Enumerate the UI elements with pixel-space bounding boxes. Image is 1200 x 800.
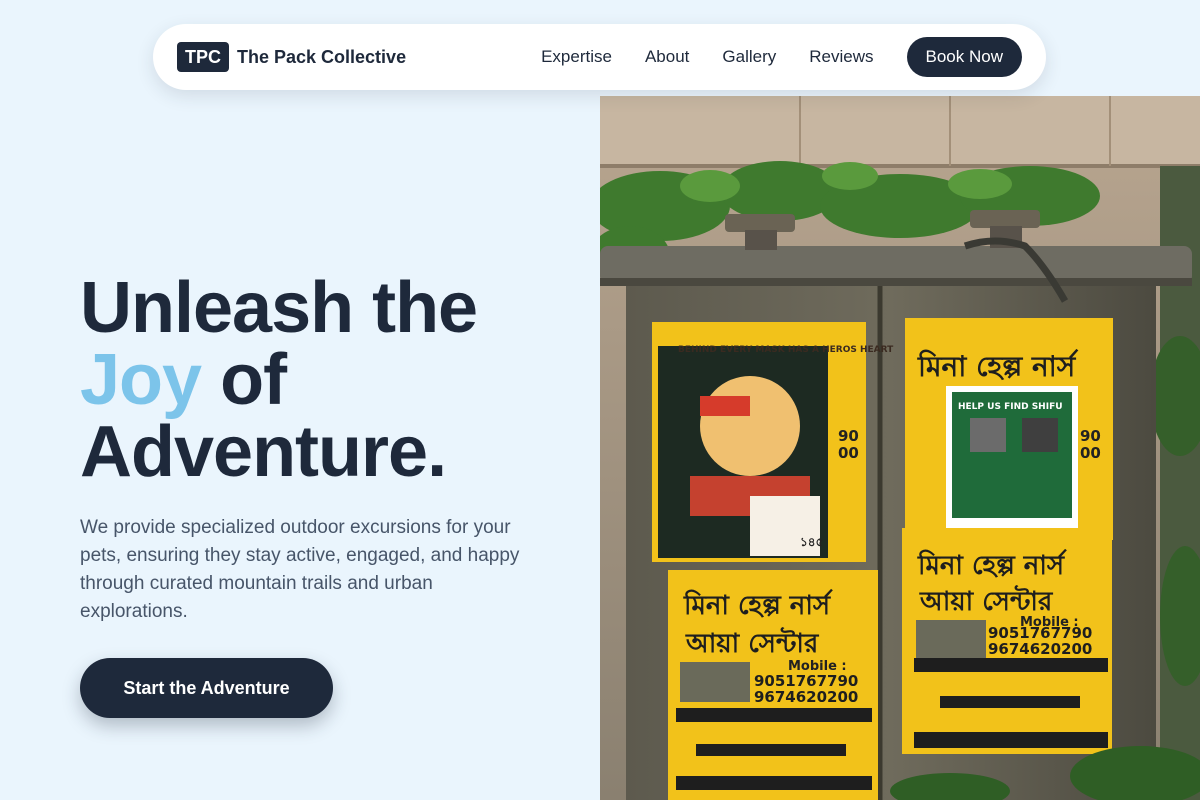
hero-description: We provide specialized outdoor excursion… <box>80 517 520 622</box>
poster-bottom-right: মিনা হেল্প নার্স আয়া সেন্টার Mobile : 9… <box>902 528 1112 754</box>
logo-badge: TPC <box>177 42 229 72</box>
brand-name: The Pack Collective <box>237 46 407 67</box>
hero-title-line1: Unleash the <box>80 268 478 348</box>
top-navbar: TPC The Pack Collective Expertise About … <box>153 24 1046 90</box>
book-now-button[interactable]: Book Now <box>906 37 1022 77</box>
poster-phone-2: 9674620200 <box>754 688 858 706</box>
brand[interactable]: TPC The Pack Collective <box>177 42 406 72</box>
svg-text:90: 90 <box>838 427 859 445</box>
hero-photo: BEHIND EVERY MASK HAS A HEROS HEART 90 0… <box>600 96 1200 800</box>
start-adventure-button[interactable]: Start the Adventure <box>80 658 333 718</box>
svg-text:90: 90 <box>1080 427 1101 445</box>
svg-text:মিনা হেল্প নার্স: মিনা হেল্প নার্স <box>917 549 1068 581</box>
nav-link-about[interactable]: About <box>645 47 689 67</box>
nav-link-gallery[interactable]: Gallery <box>722 47 776 67</box>
poster-caption: BEHIND EVERY MASK HAS A HEROS HEART <box>678 345 894 355</box>
svg-text:00: 00 <box>838 444 859 462</box>
svg-text:মিনা হেল্প নার্স: মিনা হেল্প নার্স <box>683 589 834 621</box>
nav-links: Expertise About Gallery Reviews Book Now <box>541 37 1022 77</box>
svg-text:১৪৫: ১৪৫ <box>800 535 824 549</box>
poster-bottom-left: মিনা হেল্প নার্স আয়া সেন্টার Mobile : 9… <box>668 570 878 800</box>
svg-text:আয়া সেন্টার: আয়া সেন্টার <box>919 584 1054 617</box>
nav-link-expertise[interactable]: Expertise <box>541 47 612 67</box>
hero-title: Unleash the Joy of Adventure. <box>80 272 478 488</box>
poster-top-left: BEHIND EVERY MASK HAS A HEROS HEART 90 0… <box>652 322 894 562</box>
svg-text:আয়া সেন্টার: আয়া সেন্টার <box>685 626 820 659</box>
hero-title-accent: Joy <box>80 340 202 420</box>
svg-text:9674620200: 9674620200 <box>988 640 1092 658</box>
svg-text:মিনা হেল্প নার্স: মিনা হেল্প নার্স <box>917 349 1079 383</box>
lost-pet-title: HELP US FIND SHIFU <box>958 402 1063 412</box>
svg-text:00: 00 <box>1080 444 1101 462</box>
hero-title-line3: Adventure. <box>80 412 447 492</box>
nav-link-reviews[interactable]: Reviews <box>809 47 873 67</box>
hero-title-line2: of <box>201 340 287 420</box>
poster-top-right: মিনা হেল্প নার্স HELP US FIND SHIFU 90 0… <box>905 318 1113 540</box>
